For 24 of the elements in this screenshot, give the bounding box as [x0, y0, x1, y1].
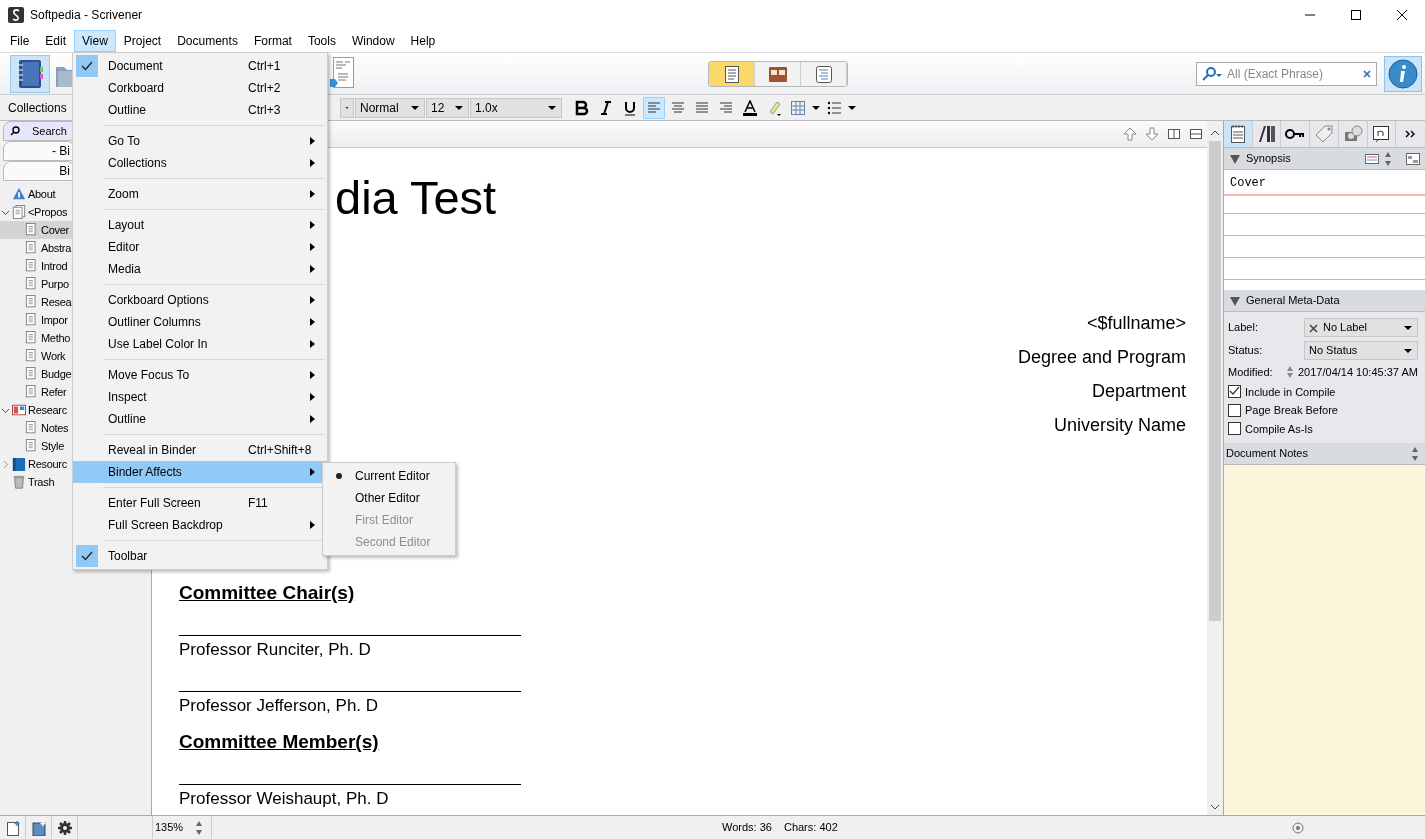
- professor-name: Professor Runciter, Ph. D: [179, 639, 371, 661]
- field-label: Label:: [1228, 320, 1259, 336]
- checkbox-label: Page Break Before: [1245, 403, 1338, 418]
- section-title: Synopsis: [1246, 151, 1291, 167]
- window-title: Softpedia - Scrivener: [30, 7, 143, 24]
- checkbox-label: Include in Compile: [1245, 384, 1336, 400]
- char-count: Chars: 402: [783, 820, 838, 836]
- document-title: dia Test: [335, 171, 497, 224]
- field-label: Modified:: [1228, 365, 1274, 380]
- checkbox-label: Compile As-Is: [1245, 421, 1313, 437]
- section-title: Document Notes: [1226, 446, 1308, 462]
- word-count: Words: 36: [722, 820, 772, 836]
- section-heading: Committee Chair(s): [179, 581, 355, 605]
- collections-label: Collections: [8, 99, 68, 117]
- professor-name: Professor Weishaupt, Ph. D: [179, 788, 389, 810]
- address-line: Degree and Program: [1017, 347, 1186, 367]
- address-line: University Name: [1053, 415, 1186, 435]
- field-label: Status:: [1228, 343, 1264, 359]
- section-heading: Committee Member(s): [179, 730, 379, 754]
- section-title: General Meta-Data: [1246, 293, 1340, 309]
- modified-date: 2017/04/14 10:45:37 AM: [1298, 365, 1418, 380]
- address-line: Department: [1091, 381, 1186, 401]
- address-line: <$fullname>: [1086, 313, 1186, 333]
- professor-name: Professor Jefferson, Ph. D: [179, 695, 379, 717]
